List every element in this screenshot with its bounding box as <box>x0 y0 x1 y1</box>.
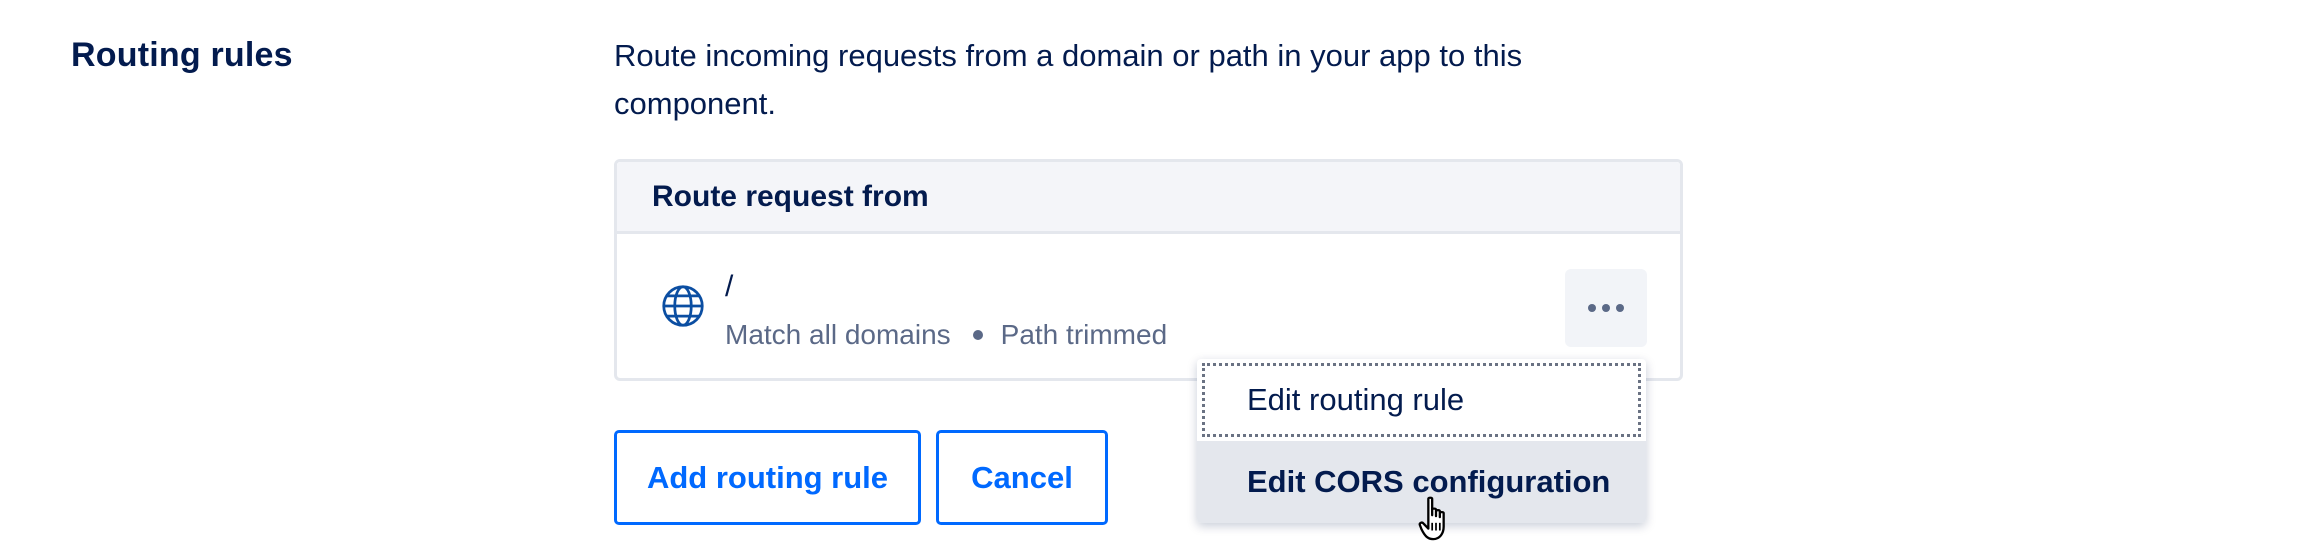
route-domain: Match all domains <box>725 319 951 350</box>
route-row: / Match all domains Path trimmed <box>617 234 1680 378</box>
routes-header: Route request from <box>617 162 1680 234</box>
section-title: Routing rules <box>71 36 293 74</box>
ellipsis-dot <box>1616 304 1624 312</box>
routing-rules-page: Routing rules Route incoming requests fr… <box>0 0 2300 550</box>
ellipsis-dot <box>1602 304 1610 312</box>
section-description: Route incoming requests from a domain or… <box>614 38 1523 121</box>
route-meta: Match all domains Path trimmed <box>725 319 1167 351</box>
ellipsis-dot <box>1588 304 1596 312</box>
globe-icon <box>662 285 704 327</box>
more-options-button[interactable] <box>1565 269 1647 347</box>
route-path: / <box>725 270 734 303</box>
hand-pointer-cursor-icon <box>1418 496 1445 541</box>
cancel-button[interactable]: Cancel <box>936 430 1108 525</box>
menu-item-edit-routing-rule[interactable]: Edit routing rule <box>1202 363 1641 437</box>
separator-dot <box>972 330 983 340</box>
add-routing-rule-button[interactable]: Add routing rule <box>614 430 921 525</box>
routes-card: Route request from / Match all domains P… <box>614 159 1683 381</box>
route-trim-status: Path trimmed <box>1000 319 1168 350</box>
